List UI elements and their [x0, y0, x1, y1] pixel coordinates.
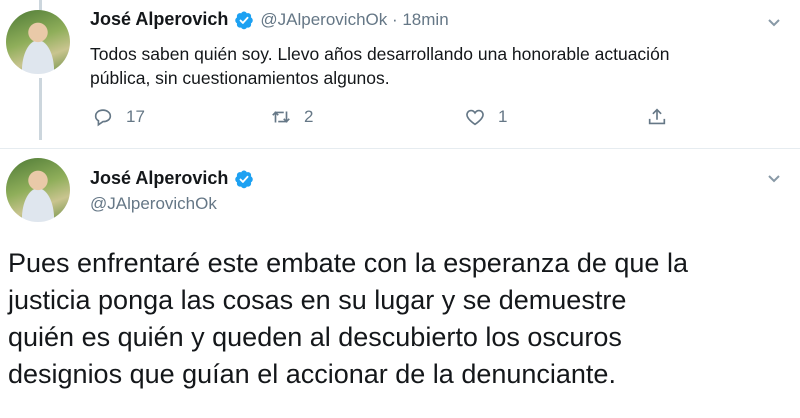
author-name[interactable]: José Alperovich — [90, 168, 228, 189]
tweet-text-line: quién es quién y queden al descubierto l… — [8, 322, 622, 352]
thread-line — [39, 0, 42, 10]
reply-icon — [94, 109, 112, 127]
like-button[interactable]: 1 — [464, 106, 507, 128]
tweet-text-line: Todos saben quién soy. Llevo años desarr… — [90, 44, 670, 64]
author-handle[interactable]: @JAlperovichOk — [90, 194, 217, 214]
like-icon — [466, 109, 484, 126]
tweet-menu[interactable] — [766, 14, 782, 33]
share-button[interactable] — [646, 106, 668, 128]
verified-badge-icon — [235, 11, 254, 29]
chevron-down-icon — [768, 19, 780, 27]
avatar[interactable] — [6, 158, 70, 222]
avatar[interactable] — [6, 10, 70, 74]
reply-count: 17 — [126, 107, 145, 126]
like-count: 1 — [498, 107, 508, 126]
reply-button[interactable]: 17 — [92, 106, 145, 128]
tweet-header: José Alperovich @JAlperovichOk · 18min — [90, 9, 449, 30]
tweet-text-line: pública, sin cuestionamientos algunos. — [90, 68, 390, 88]
divider — [0, 148, 800, 149]
tweet-text: Todos saben quién soy. Llevo años desarr… — [90, 42, 770, 90]
handle-time[interactable]: @JAlperovichOk · 18min — [260, 10, 448, 30]
share-icon — [648, 108, 666, 125]
retweet-count: 2 — [304, 107, 314, 126]
retweet-icon — [272, 111, 290, 123]
thread-line — [39, 78, 42, 140]
chevron-down-icon — [768, 175, 780, 183]
tweet-text-line: justicia ponga las cosas en su lugar y s… — [8, 285, 627, 315]
tweet-text: Pues enfrentaré este embate con la esper… — [8, 245, 788, 393]
author-name[interactable]: José Alperovich — [90, 9, 228, 30]
tweet-menu[interactable] — [766, 170, 782, 189]
tweet-header: José Alperovich — [90, 168, 254, 189]
tweet-text-line: Pues enfrentaré este embate con la esper… — [8, 248, 688, 278]
verified-badge-icon — [235, 170, 254, 188]
retweet-button[interactable]: 2 — [270, 106, 313, 128]
tweet-text-line: designios que guían el accionar de la de… — [8, 359, 616, 389]
